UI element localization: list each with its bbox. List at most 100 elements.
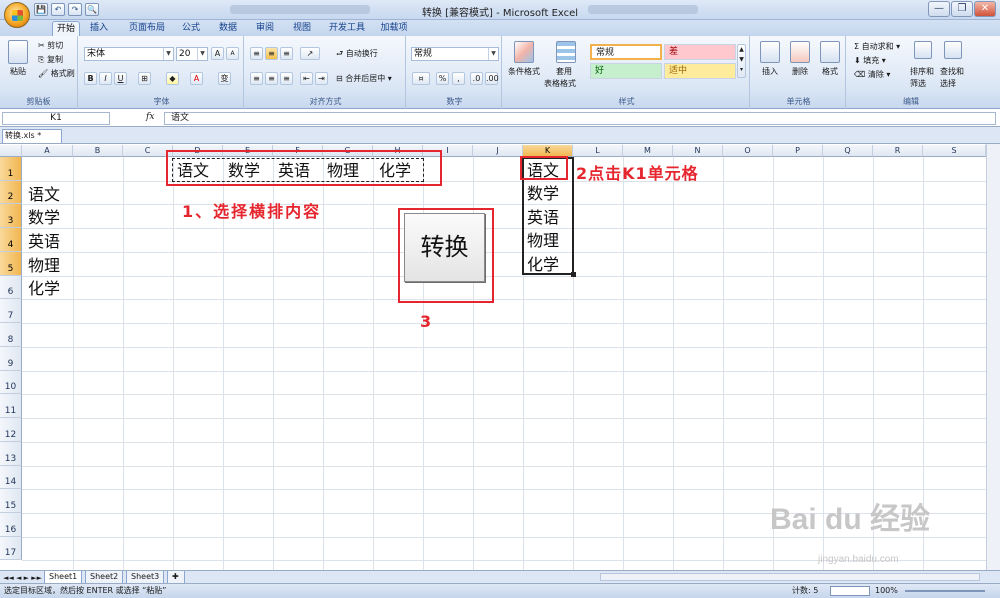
sort-filter-button-line2[interactable]: 筛选 — [910, 78, 926, 90]
cut-button[interactable]: ✂ 剪切 — [38, 40, 63, 52]
style-normal[interactable]: 常规 — [590, 44, 662, 60]
style-good[interactable]: 好 — [590, 63, 662, 79]
restore-button[interactable]: ❐ — [951, 1, 973, 17]
fill-color-button[interactable]: ◆ — [166, 72, 179, 85]
row-header-7[interactable]: 7 — [0, 299, 22, 323]
tab-page-layout[interactable]: 页面布局 — [124, 21, 170, 36]
decrease-indent-button[interactable]: ⇤ — [300, 72, 313, 85]
zoom-slider[interactable] — [905, 590, 985, 592]
tab-developer[interactable]: 开发工具 — [324, 21, 370, 36]
column-header-o[interactable]: O — [723, 145, 773, 157]
select-all-corner[interactable] — [0, 145, 22, 157]
tab-formulas[interactable]: 公式 — [176, 21, 206, 36]
format-painter-button[interactable]: 🖌 格式刷 — [38, 68, 75, 80]
row-header-6[interactable]: 6 — [0, 276, 22, 299]
row-header-1[interactable]: 1 — [0, 157, 22, 181]
delete-cells-button[interactable]: 删除 — [792, 66, 808, 78]
paste-icon[interactable] — [8, 40, 28, 64]
conditional-format-icon[interactable] — [514, 41, 534, 63]
autosum-button[interactable]: Σ 自动求和 ▾ — [854, 41, 900, 53]
phonetic-button[interactable]: 变 — [218, 72, 231, 85]
table-format-icon[interactable] — [556, 41, 576, 63]
find-select-button-line2[interactable]: 选择 — [940, 78, 956, 90]
align-bottom-button[interactable]: ≡ — [280, 47, 293, 60]
borders-button[interactable]: ⊞ — [138, 72, 151, 85]
copy-button[interactable]: ⎘ 复制 — [38, 54, 63, 66]
percent-button[interactable]: % — [436, 72, 449, 85]
style-neutral[interactable]: 适中 — [664, 63, 736, 79]
increase-decimal-button[interactable]: .0 — [470, 72, 483, 85]
row-header-17[interactable]: 17 — [0, 537, 22, 560]
conditional-format-button[interactable]: 条件格式 — [508, 66, 540, 78]
column-header-n[interactable]: N — [673, 145, 723, 157]
workbook-tab[interactable]: 转换.xls * — [2, 129, 62, 143]
align-center-button[interactable]: ≡ — [265, 72, 278, 85]
column-header-l[interactable]: L — [573, 145, 623, 157]
table-format-button-line2[interactable]: 表格格式 — [544, 78, 576, 90]
tab-addins[interactable]: 加载项 — [376, 21, 412, 36]
print-preview-icon[interactable]: 🔍 — [85, 3, 99, 16]
font-name-select[interactable]: 宋体 ▼ — [84, 47, 174, 61]
fill-button[interactable]: ⬇ 填充 ▾ — [854, 55, 886, 67]
cell-a6[interactable]: 化学 — [28, 277, 60, 300]
paste-button[interactable]: 粘贴 — [10, 66, 26, 78]
underline-button[interactable]: U — [114, 72, 127, 85]
minimize-button[interactable]: — — [928, 1, 950, 17]
column-header-p[interactable]: P — [773, 145, 823, 157]
column-header-b[interactable]: B — [73, 145, 123, 157]
row-header-13[interactable]: 13 — [0, 442, 22, 466]
styles-scroll-button[interactable]: ▲ ▼ ▾ — [737, 44, 746, 78]
view-buttons[interactable] — [830, 586, 870, 596]
row-header-8[interactable]: 8 — [0, 323, 22, 347]
column-header-r[interactable]: R — [873, 145, 923, 157]
convert-button[interactable]: 转换 — [404, 213, 485, 282]
currency-button[interactable]: ¤ — [412, 72, 430, 85]
office-button[interactable] — [4, 2, 30, 28]
table-format-button[interactable]: 套用 — [556, 66, 572, 78]
column-header-q[interactable]: Q — [823, 145, 873, 157]
merge-center-button[interactable]: ⊟ 合并后居中 ▾ — [336, 73, 392, 85]
row-header-10[interactable]: 10 — [0, 371, 22, 394]
zoom-level[interactable]: 100% — [875, 584, 898, 598]
italic-button[interactable]: I — [99, 72, 112, 85]
row-header-9[interactable]: 9 — [0, 347, 22, 371]
tab-insert[interactable]: 插入 — [86, 21, 112, 36]
cell-a5[interactable]: 物理 — [28, 254, 60, 277]
decrease-decimal-button[interactable]: .00 — [485, 72, 499, 85]
style-bad[interactable]: 差 — [664, 44, 736, 60]
insert-cells-icon[interactable] — [760, 41, 780, 63]
insert-cells-button[interactable]: 插入 — [762, 66, 778, 78]
redo-icon[interactable]: ↷ — [68, 3, 82, 16]
row-header-16[interactable]: 16 — [0, 513, 22, 537]
font-color-button[interactable]: A — [190, 72, 203, 85]
tab-home[interactable]: 开始 — [52, 21, 80, 36]
undo-icon[interactable]: ↶ — [51, 3, 65, 16]
shrink-font-button[interactable]: A — [226, 47, 239, 60]
fill-handle[interactable] — [571, 272, 576, 277]
format-cells-icon[interactable] — [820, 41, 840, 63]
row-header-14[interactable]: 14 — [0, 466, 22, 489]
bold-button[interactable]: B — [84, 72, 97, 85]
align-left-button[interactable]: ≡ — [250, 72, 263, 85]
align-top-button[interactable]: ≡ — [250, 47, 263, 60]
tab-review[interactable]: 审阅 — [250, 21, 280, 36]
cell-a4[interactable]: 英语 — [28, 230, 60, 253]
row-header-12[interactable]: 12 — [0, 418, 22, 442]
row-header-5[interactable]: 5 — [0, 252, 22, 276]
row-header-2[interactable]: 2 — [0, 181, 22, 204]
row-header-15[interactable]: 15 — [0, 489, 22, 513]
row-header-3[interactable]: 3 — [0, 204, 22, 228]
comma-button[interactable]: , — [452, 72, 465, 85]
orientation-button[interactable]: ↗ — [300, 47, 320, 60]
cell-a2[interactable]: 语文 — [28, 183, 60, 206]
horizontal-scrollbar[interactable] — [600, 573, 980, 581]
row-header-11[interactable]: 11 — [0, 394, 22, 418]
cell-a3[interactable]: 数学 — [28, 206, 60, 229]
font-size-select[interactable]: 20 ▼ — [176, 47, 208, 61]
find-select-button[interactable]: 查找和 — [940, 66, 964, 78]
save-icon[interactable]: 💾 — [34, 3, 48, 16]
formula-input[interactable]: 语文 — [164, 112, 996, 125]
number-format-select[interactable]: 常规 ▼ — [411, 47, 499, 61]
function-icon[interactable]: fx — [146, 112, 154, 122]
increase-indent-button[interactable]: ⇥ — [315, 72, 328, 85]
